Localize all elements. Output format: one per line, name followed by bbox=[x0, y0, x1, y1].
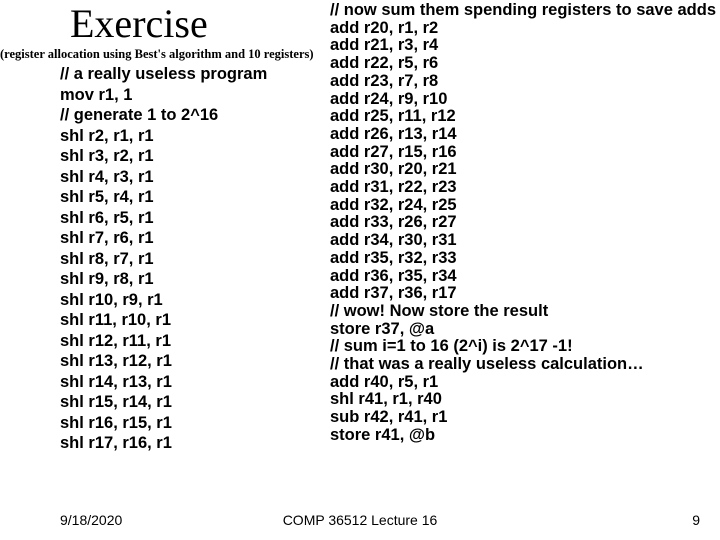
slide-subtitle: (register allocation using Best's algori… bbox=[0, 47, 314, 62]
slide: Exercise (register allocation using Best… bbox=[0, 0, 720, 540]
code-column-right: // now sum them spending registers to sa… bbox=[330, 2, 716, 445]
code-column-left: // a really useless program mov r1, 1 //… bbox=[60, 64, 267, 454]
slide-title: Exercise bbox=[70, 0, 208, 47]
footer-lecture: COMP 36512 Lecture 16 bbox=[0, 512, 720, 528]
footer-page-number: 9 bbox=[692, 512, 700, 528]
